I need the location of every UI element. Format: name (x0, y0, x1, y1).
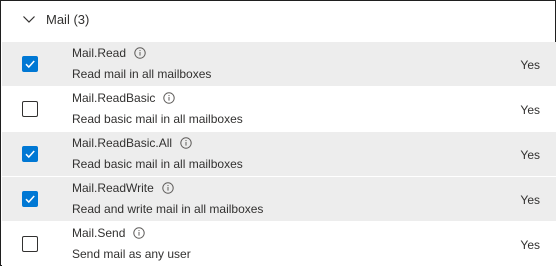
checkmark-icon (25, 195, 35, 204)
info-icon[interactable] (134, 47, 146, 59)
permission-description: Send mail as any user (72, 247, 191, 261)
permission-description: Read basic mail in all mailboxes (72, 157, 243, 171)
permission-checkbox[interactable] (22, 56, 38, 72)
checkmark-icon (25, 150, 35, 159)
info-icon[interactable] (163, 92, 176, 104)
permission-row[interactable]: Mail.Read Read mail in all mailboxes Yes (2, 42, 556, 87)
admin-consent-value: Yes (520, 238, 540, 252)
permission-description: Read mail in all mailboxes (72, 67, 212, 81)
group-label: Mail (3) (46, 11, 90, 27)
admin-consent-value: Yes (520, 58, 540, 72)
permission-name: Mail.ReadWrite (72, 181, 154, 195)
permission-row[interactable]: Mail.ReadWrite Read and write mail in al… (2, 177, 556, 222)
permission-description: Read basic mail in all mailboxes (72, 112, 243, 126)
chevron-down-icon[interactable] (22, 12, 36, 26)
permission-name: Mail.Send (72, 226, 126, 240)
permission-list: Mail.Read Read mail in all mailboxes Yes… (2, 42, 556, 267)
permission-checkbox[interactable] (22, 101, 38, 117)
mail-group-header[interactable]: Mail (3) (2, 2, 556, 36)
admin-consent-value: Yes (520, 193, 540, 207)
permission-name: Mail.ReadBasic.All (72, 136, 173, 150)
info-icon[interactable] (180, 137, 192, 149)
permission-checkbox[interactable] (22, 146, 38, 162)
permission-description: Read and write mail in all mailboxes (72, 202, 264, 216)
permission-name: Mail.ReadBasic (72, 91, 156, 105)
info-icon[interactable] (133, 227, 146, 239)
info-icon[interactable] (162, 182, 174, 194)
permission-name: Mail.Read (72, 46, 127, 60)
permission-row[interactable]: Mail.ReadBasic.All Read basic mail in al… (2, 132, 556, 177)
permissions-panel: Mail (3) Mail.Read Read mail in all mail… (0, 0, 556, 267)
permission-checkbox[interactable] (22, 236, 38, 252)
admin-consent-value: Yes (520, 148, 540, 162)
permission-checkbox[interactable] (22, 191, 38, 207)
checkmark-icon (25, 60, 35, 69)
permission-row[interactable]: Mail.ReadBasic Read basic mail in all ma… (2, 87, 556, 132)
permission-row[interactable]: Mail.Send Send mail as any user Yes (2, 222, 556, 267)
admin-consent-value: Yes (520, 103, 540, 117)
